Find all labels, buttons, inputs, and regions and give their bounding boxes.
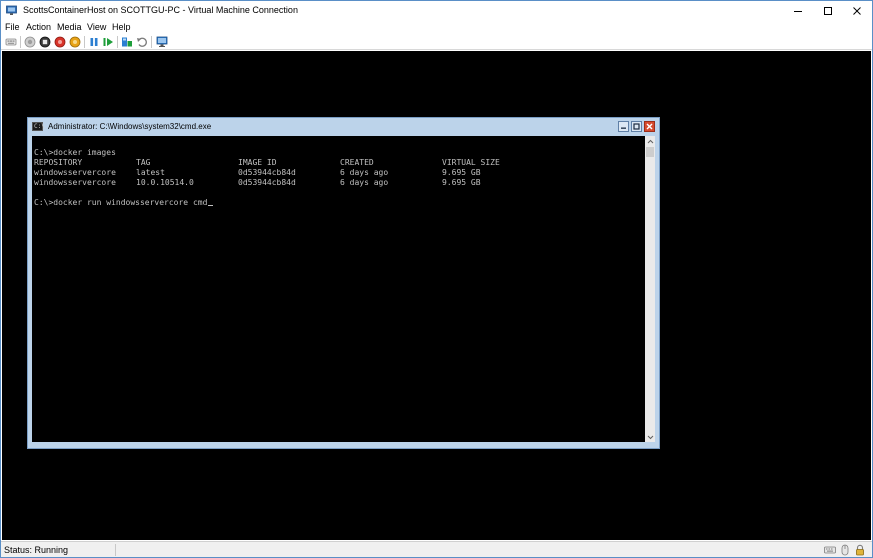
console-command-text: C:\>docker run windowsservercore cmd [34,198,208,207]
table-cell-tag: latest [136,168,165,177]
status-bar: Status: Running [1,541,872,557]
table-cell-repository: windowsservercore [34,178,116,187]
keyboard-status [824,544,836,556]
shut-down-icon [54,36,66,48]
maximize-button[interactable] [813,1,843,21]
toolbar-separator [117,36,118,48]
resume-button[interactable] [102,36,114,48]
mouse-status [839,544,851,556]
start-icon [24,36,36,48]
close-icon [646,123,653,130]
console-command-line: C:\>docker images [34,148,116,157]
menu-file[interactable]: File [5,21,20,33]
vm-connection-app-icon [6,5,17,15]
cmd-window-title: Administrator: C:\Windows\system32\cmd.e… [48,122,212,131]
console-scrollbar[interactable] [645,136,655,442]
table-cell-image-id: 0d53944cb84d [238,178,296,187]
status-text: Status: Running [4,545,69,555]
table-cell-virtual-size: 9.695 GB [442,178,481,187]
resume-icon [103,38,113,46]
lock-status [854,544,866,556]
table-header-repository: REPOSITORY [34,158,83,167]
maximize-icon [633,123,640,130]
toolbar [1,34,872,50]
cmd-app-icon-text: C:\ [34,123,45,130]
turn-off-icon [39,36,51,48]
maximize-icon [824,7,832,15]
table-cell-created: 6 days ago [340,178,389,187]
cmd-minimize-button[interactable] [618,121,629,132]
menu-action[interactable]: Action [26,21,51,33]
mouse-icon [841,544,849,556]
text-cursor [208,205,214,206]
revert-button[interactable] [136,36,148,48]
cmd-close-button[interactable] [644,121,655,132]
table-cell-tag: 10.0.10514.0 [136,178,194,187]
lock-icon [856,544,864,556]
shut-down-button[interactable] [54,36,66,48]
table-header-created: CREATED [340,158,374,167]
scroll-down-button[interactable] [645,432,655,442]
minimize-icon [794,11,802,12]
revert-icon [137,37,147,47]
vm-connection-window: ScottsContainerHost on SCOTTGU-PC - Virt… [0,0,873,558]
status-divider [115,544,116,556]
keyboard-icon [824,546,836,554]
minimize-button[interactable] [783,1,813,21]
console-output[interactable]: C:\>docker images REPOSITORY TAG IMAGE I… [32,136,645,442]
cmd-title-bar[interactable]: C:\ Administrator: C:\Windows\system32\c… [28,118,659,136]
cmd-app-icon: C:\ [32,122,45,131]
start-button[interactable] [24,36,36,48]
table-cell-virtual-size: 9.695 GB [442,168,481,177]
toolbar-separator [20,36,21,48]
vm-display[interactable]: C:\ Administrator: C:\Windows\system32\c… [2,51,871,540]
scroll-up-button[interactable] [645,136,655,146]
table-cell-repository: windowsservercore [34,168,116,177]
turn-off-button[interactable] [39,36,51,48]
menu-view[interactable]: View [87,21,106,33]
console-prompt-line[interactable]: C:\>docker run windowsservercore cmd [34,198,214,208]
checkpoint-icon [122,37,132,47]
close-icon [853,7,861,15]
table-cell-created: 6 days ago [340,168,389,177]
table-header-image-id: IMAGE ID [238,158,277,167]
scroll-thumb[interactable] [646,147,654,157]
pause-icon [90,38,98,46]
title-bar[interactable]: ScottsContainerHost on SCOTTGU-PC - Virt… [1,1,872,21]
table-header-tag: TAG [136,158,151,167]
menu-help[interactable]: Help [112,21,131,33]
menu-media[interactable]: Media [57,21,82,33]
cmd-maximize-button[interactable] [631,121,642,132]
table-cell-image-id: 0d53944cb84d [238,168,296,177]
pause-button[interactable] [88,36,100,48]
chevron-down-icon [647,435,653,439]
enhanced-session-button[interactable] [156,36,168,48]
minimize-icon [621,127,626,129]
ctrl-alt-del-icon [5,38,17,46]
menu-bar: File Action Media View Help [1,21,872,33]
close-button[interactable] [842,1,872,21]
checkpoint-button[interactable] [121,36,133,48]
save-button[interactable] [69,36,81,48]
toolbar-separator [84,36,85,48]
chevron-up-icon [647,139,653,143]
toolbar-separator [151,36,152,48]
save-icon [69,36,81,48]
cmd-window: C:\ Administrator: C:\Windows\system32\c… [27,117,660,449]
table-header-virtual-size: VIRTUAL SIZE [442,158,500,167]
window-title: ScottsContainerHost on SCOTTGU-PC - Virt… [23,5,298,15]
enhanced-session-icon [156,36,168,47]
ctrl-alt-del-button[interactable] [5,36,17,48]
